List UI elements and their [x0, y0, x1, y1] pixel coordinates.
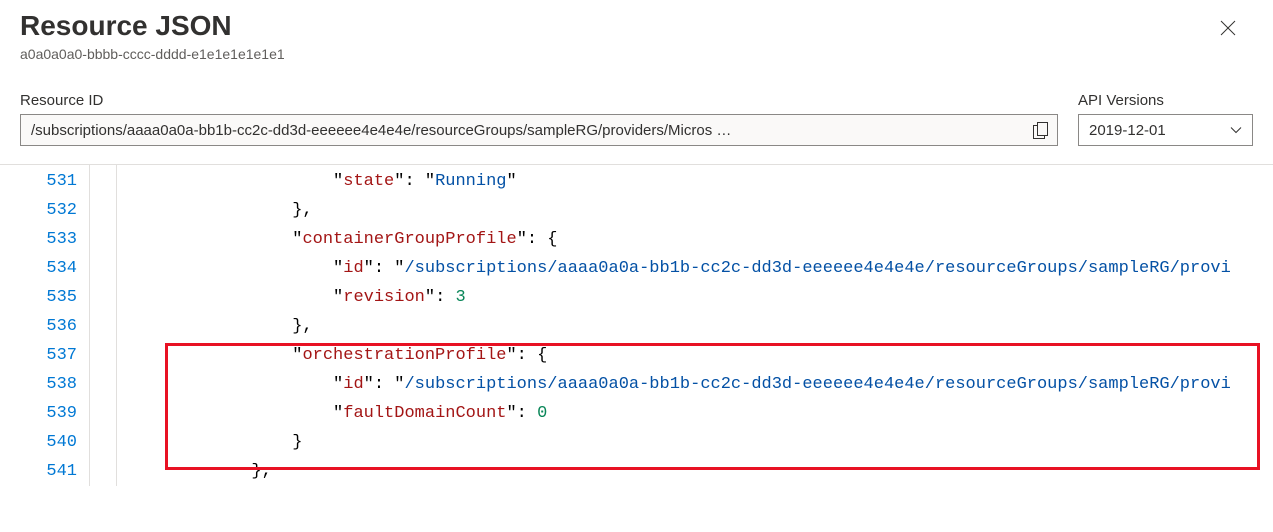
resource-id-value: /subscriptions/aaaa0a0a-bb1b-cc2c-dd3d-e… — [31, 122, 1025, 139]
code-line: "id": "/subscriptions/aaaa0a0a-bb1b-cc2c… — [129, 370, 1273, 399]
copy-icon — [1033, 122, 1048, 139]
page-title: Resource JSON — [20, 10, 1253, 42]
line-number: 536 — [0, 312, 77, 341]
copy-button[interactable] — [1029, 119, 1051, 141]
chevron-down-icon — [1230, 124, 1242, 136]
code-line: }, — [129, 312, 1273, 341]
line-number: 534 — [0, 254, 77, 283]
code-line: }, — [129, 196, 1273, 225]
line-number: 535 — [0, 283, 77, 312]
line-number: 541 — [0, 457, 77, 486]
code-line: "id": "/subscriptions/aaaa0a0a-bb1b-cc2c… — [129, 254, 1273, 283]
line-number: 538 — [0, 370, 77, 399]
panel-header: Resource JSON a0a0a0a0-bbbb-cccc-dddd-e1… — [0, 0, 1273, 62]
resource-guid: a0a0a0a0-bbbb-cccc-dddd-e1e1e1e1e1e1 — [20, 46, 1253, 62]
code-line: "orchestrationProfile": { — [129, 341, 1273, 370]
controls-row: Resource ID /subscriptions/aaaa0a0a-bb1b… — [0, 62, 1273, 154]
line-number-gutter: 531532533534535536537538539540541 — [0, 165, 90, 486]
line-number: 532 — [0, 196, 77, 225]
line-number: 531 — [0, 167, 77, 196]
code-editor[interactable]: 531532533534535536537538539540541 "state… — [0, 164, 1273, 486]
code-line: } — [129, 428, 1273, 457]
code-line: "state": "Running" — [129, 167, 1273, 196]
resource-id-input[interactable]: /subscriptions/aaaa0a0a-bb1b-cc2c-dd3d-e… — [20, 114, 1058, 146]
code-line: }, — [129, 457, 1273, 486]
code-content: "state": "Running" }, "containerGroupPro… — [117, 165, 1273, 486]
code-line: "faultDomainCount": 0 — [129, 399, 1273, 428]
line-number: 539 — [0, 399, 77, 428]
code-line: "revision": 3 — [129, 283, 1273, 312]
line-number: 540 — [0, 428, 77, 457]
api-versions-label: API Versions — [1078, 92, 1253, 109]
resource-id-label: Resource ID — [20, 92, 1058, 109]
resource-id-field: Resource ID /subscriptions/aaaa0a0a-bb1b… — [20, 92, 1058, 146]
fold-gutter — [90, 165, 117, 486]
api-versions-field: API Versions 2019-12-01 — [1078, 92, 1253, 146]
code-line: "containerGroupProfile": { — [129, 225, 1273, 254]
close-icon — [1220, 20, 1236, 36]
close-button[interactable] — [1218, 18, 1238, 38]
api-versions-select[interactable]: 2019-12-01 — [1078, 114, 1253, 146]
line-number: 537 — [0, 341, 77, 370]
line-number: 533 — [0, 225, 77, 254]
api-version-value: 2019-12-01 — [1089, 122, 1166, 139]
